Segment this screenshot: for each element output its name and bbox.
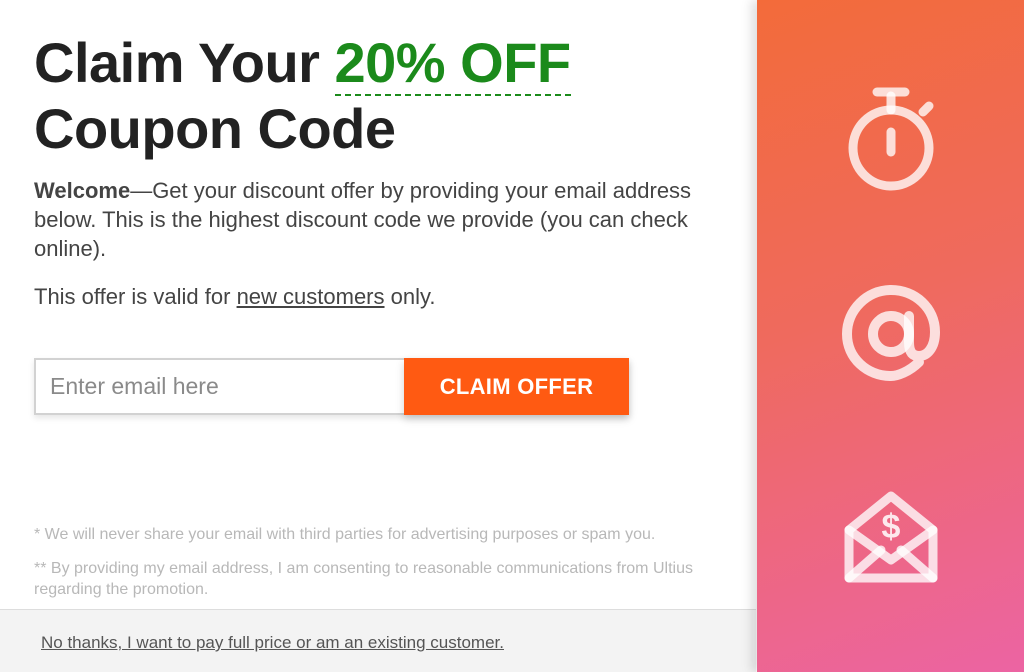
email-form: CLAIM OFFER [34, 358, 629, 415]
svg-text:$: $ [882, 508, 901, 546]
stopwatch-icon [848, 87, 934, 191]
footer-bar: No thanks, I want to pay full price or a… [0, 609, 756, 672]
validity-after: only. [384, 284, 436, 309]
claim-offer-button[interactable]: CLAIM OFFER [404, 358, 629, 415]
intro-paragraph: Welcome—Get your discount offer by provi… [34, 176, 714, 263]
validity-text: This offer is valid for new customers on… [34, 282, 435, 311]
intro-welcome: Welcome [34, 178, 131, 203]
new-customers-link[interactable]: new customers [237, 284, 385, 309]
at-sign-icon [841, 284, 941, 382]
headline: Claim Your 20% OFF Coupon Code [34, 30, 571, 162]
intro-text: —Get your discount offer by providing yo… [34, 178, 692, 261]
headline-prefix: Claim Your [34, 31, 335, 94]
consent-note: ** By providing my email address, I am c… [34, 560, 693, 598]
side-panel: $ [757, 0, 1024, 672]
email-input[interactable] [34, 358, 404, 415]
validity-before: This offer is valid for [34, 284, 237, 309]
decline-offer-link[interactable]: No thanks, I want to pay full price or a… [41, 633, 504, 653]
money-envelope-icon: $ [844, 491, 938, 583]
headline-line2: Coupon Code [34, 97, 396, 160]
offer-content: Claim Your 20% OFF Coupon Code Welcome—Ge… [0, 0, 756, 672]
privacy-note: * We will never share your email with th… [34, 526, 656, 543]
discount-highlight: 20% OFF [334, 31, 571, 96]
